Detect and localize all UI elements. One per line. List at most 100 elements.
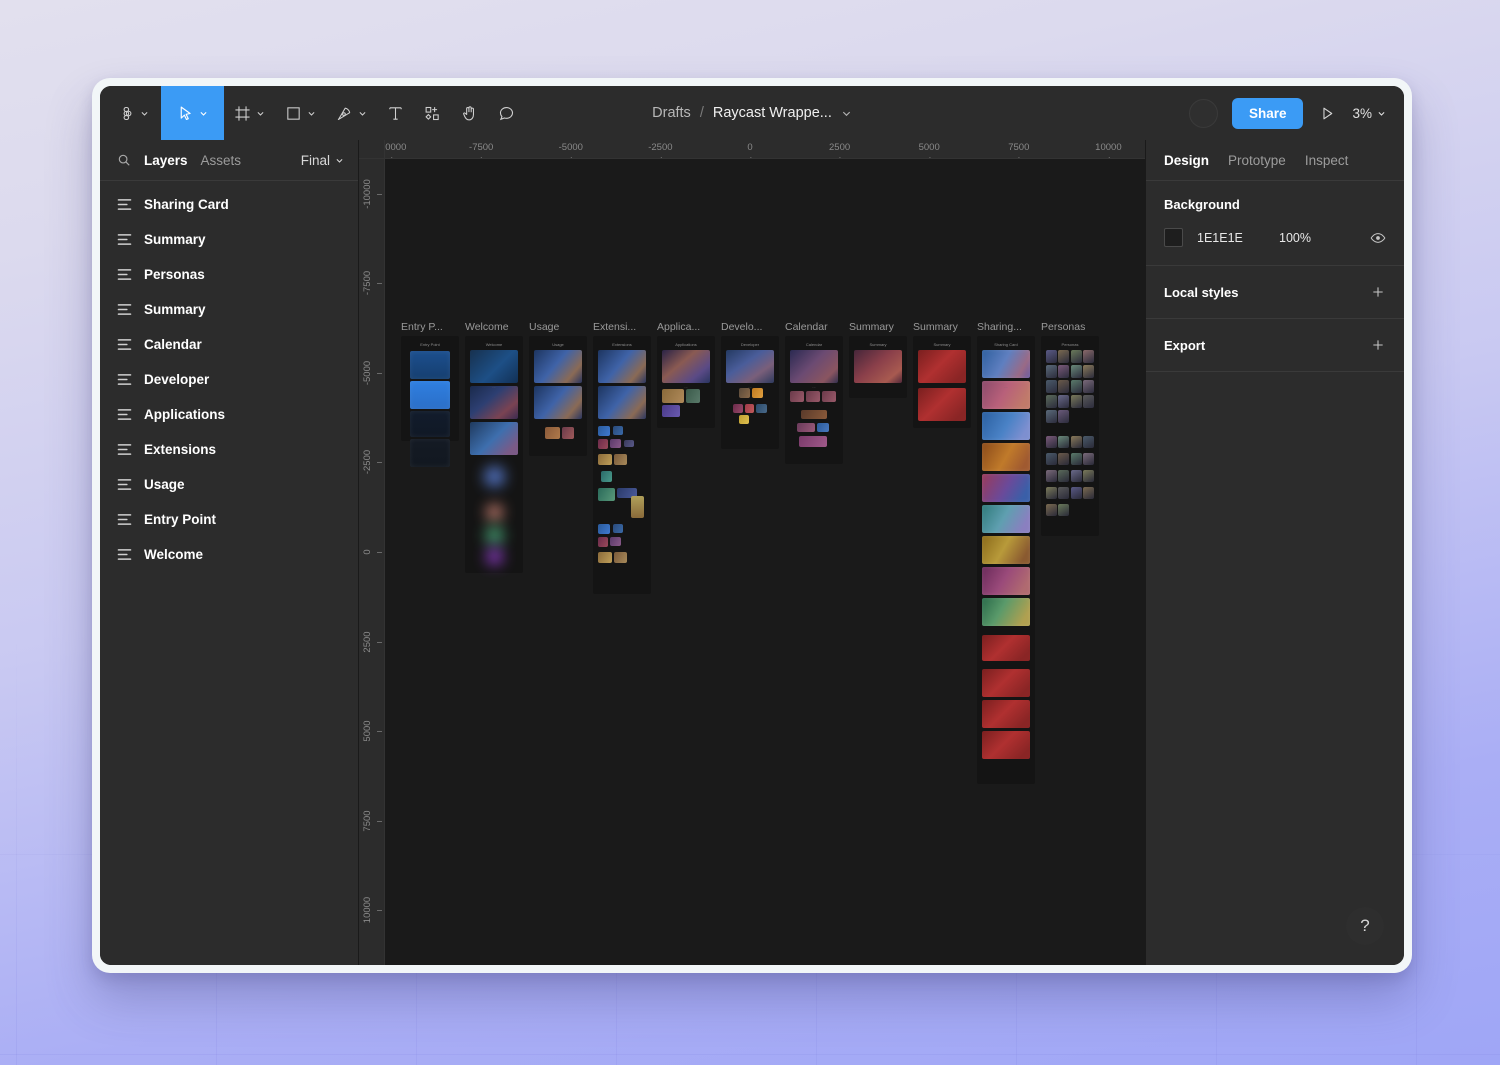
- layer-row[interactable]: Summary: [100, 222, 358, 257]
- artboard[interactable]: Applica... Applications ···: [657, 321, 715, 428]
- artboard-label[interactable]: Extensi...: [593, 321, 636, 333]
- shape-tool-icon[interactable]: [275, 86, 326, 140]
- frame-thumbnail[interactable]: [410, 439, 450, 467]
- text-tool-icon[interactable]: [377, 86, 414, 140]
- background-color-swatch[interactable]: [1164, 228, 1183, 247]
- background-color-hex[interactable]: 1E1E1E: [1197, 231, 1265, 245]
- frame-thumbnail[interactable]: [822, 391, 836, 402]
- comment-tool-icon[interactable]: [488, 86, 525, 140]
- persona-swatch[interactable]: [1082, 365, 1094, 378]
- frame-thumbnail[interactable]: [470, 422, 518, 455]
- persona-swatch[interactable]: [1070, 470, 1082, 482]
- frame-thumbnail[interactable]: [598, 488, 615, 501]
- layer-row[interactable]: Usage: [100, 467, 358, 502]
- frame-thumbnail[interactable]: [982, 443, 1030, 471]
- frame-thumbnail[interactable]: [545, 427, 560, 439]
- frame-thumbnail[interactable]: [614, 552, 627, 563]
- frame-thumbnail[interactable]: [733, 404, 743, 413]
- help-button[interactable]: ?: [1346, 907, 1384, 945]
- tab-assets[interactable]: Assets: [201, 153, 242, 168]
- frame-thumbnail[interactable]: [614, 454, 627, 465]
- persona-swatch[interactable]: [1082, 487, 1094, 499]
- frame-thumbnail[interactable]: [854, 350, 902, 383]
- figma-menu-icon[interactable]: [100, 86, 161, 140]
- artboard[interactable]: Calendar Calendar ···: [785, 321, 843, 464]
- persona-swatch[interactable]: [1082, 453, 1094, 465]
- horizontal-ruler[interactable]: -10000 -7500 -5000 -2500 0 2500 5000 7500 10000: [359, 140, 1145, 159]
- frame-thumbnail[interactable]: [756, 404, 767, 413]
- vertical-ruler[interactable]: -10000 -7500 -5000 -2500 0 2500 5000 7500 10000: [359, 159, 385, 965]
- frame-thumbnail[interactable]: [534, 350, 582, 383]
- layer-row[interactable]: Summary: [100, 292, 358, 327]
- add-local-style-plus-icon[interactable]: [1370, 284, 1386, 300]
- frame-thumbnail[interactable]: [799, 436, 827, 447]
- frame-thumbnail[interactable]: [470, 386, 518, 419]
- artboard-label[interactable]: Usage: [529, 321, 559, 333]
- layer-row[interactable]: Calendar: [100, 327, 358, 362]
- breadcrumb-project[interactable]: Drafts: [652, 105, 691, 121]
- artboard-label[interactable]: Applica...: [657, 321, 700, 333]
- frame-thumbnail[interactable]: [982, 635, 1030, 661]
- breadcrumb-file-name[interactable]: Raycast Wrappe...: [713, 105, 832, 121]
- artboard[interactable]: Sharing... Sharing Card ···: [977, 321, 1035, 784]
- frame-tool-icon[interactable]: [224, 86, 275, 140]
- frame-thumbnail[interactable]: [982, 505, 1030, 533]
- frame-thumbnail[interactable]: [918, 388, 966, 421]
- frame-thumbnail[interactable]: [598, 386, 646, 419]
- artboard-label[interactable]: Develo...: [721, 321, 762, 333]
- frame-thumbnail[interactable]: [601, 471, 612, 482]
- persona-swatch[interactable]: [1058, 410, 1070, 423]
- search-icon[interactable]: [117, 153, 131, 167]
- layer-row[interactable]: Welcome: [100, 537, 358, 572]
- present-play-icon[interactable]: [1317, 105, 1338, 122]
- frame-thumbnail[interactable]: [613, 426, 623, 435]
- avatar[interactable]: [1188, 98, 1218, 128]
- persona-swatch[interactable]: [1046, 380, 1057, 393]
- frame-thumbnail[interactable]: [662, 350, 710, 383]
- frame-thumbnail[interactable]: [624, 440, 634, 447]
- persona-swatch[interactable]: [1046, 453, 1057, 465]
- frame-thumbnail[interactable]: [790, 391, 804, 402]
- canvas-viewport[interactable]: Entry P... Entry Point Welcome Welcome ··· Us…: [385, 159, 1145, 965]
- persona-swatch[interactable]: [1046, 487, 1057, 499]
- artboard-label[interactable]: Sharing...: [977, 321, 1022, 333]
- artboard-label[interactable]: Summary: [849, 321, 894, 333]
- artboard[interactable]: Summary Summary: [913, 321, 971, 428]
- frame-thumbnail[interactable]: [598, 439, 608, 449]
- persona-swatch[interactable]: [1070, 487, 1082, 499]
- frame-thumbnail[interactable]: [613, 524, 623, 533]
- tab-inspect[interactable]: Inspect: [1305, 153, 1349, 168]
- frame-thumbnail[interactable]: [470, 350, 518, 383]
- persona-swatch[interactable]: [1082, 470, 1094, 482]
- frame-thumbnail[interactable]: [598, 454, 612, 465]
- frame-thumbnail[interactable]: [817, 423, 829, 432]
- frame-thumbnail[interactable]: [790, 350, 838, 383]
- layer-row[interactable]: Developer: [100, 362, 358, 397]
- pen-tool-icon[interactable]: [326, 86, 377, 140]
- persona-swatch[interactable]: [1070, 453, 1082, 465]
- persona-swatch[interactable]: [1046, 436, 1057, 448]
- frame-thumbnail[interactable]: [739, 415, 749, 424]
- share-button[interactable]: Share: [1231, 97, 1304, 129]
- frame-thumbnail[interactable]: [797, 423, 815, 432]
- persona-swatch[interactable]: [1070, 365, 1082, 378]
- move-tool-icon[interactable]: [161, 86, 224, 140]
- frame-thumbnail[interactable]: [982, 567, 1030, 595]
- artboard[interactable]: Entry P... Entry Point: [401, 321, 459, 467]
- artboard-label[interactable]: Entry P...: [401, 321, 443, 333]
- persona-swatch[interactable]: [1046, 395, 1057, 408]
- frame-thumbnail[interactable]: [610, 439, 621, 448]
- frame-thumbnail[interactable]: [745, 404, 754, 413]
- frame-thumbnail[interactable]: [982, 700, 1030, 728]
- components-tool-icon[interactable]: [414, 86, 451, 140]
- persona-swatch[interactable]: [1058, 470, 1070, 482]
- persona-swatch[interactable]: [1070, 380, 1082, 393]
- persona-swatch[interactable]: [1046, 470, 1057, 482]
- zoom-control[interactable]: 3%: [1352, 106, 1386, 121]
- layer-row[interactable]: Entry Point: [100, 502, 358, 537]
- tab-design[interactable]: Design: [1164, 153, 1209, 168]
- persona-swatch[interactable]: [1058, 350, 1070, 363]
- frame-thumbnail[interactable]: [806, 391, 820, 402]
- tab-prototype[interactable]: Prototype: [1228, 153, 1286, 168]
- hand-tool-icon[interactable]: [451, 86, 488, 140]
